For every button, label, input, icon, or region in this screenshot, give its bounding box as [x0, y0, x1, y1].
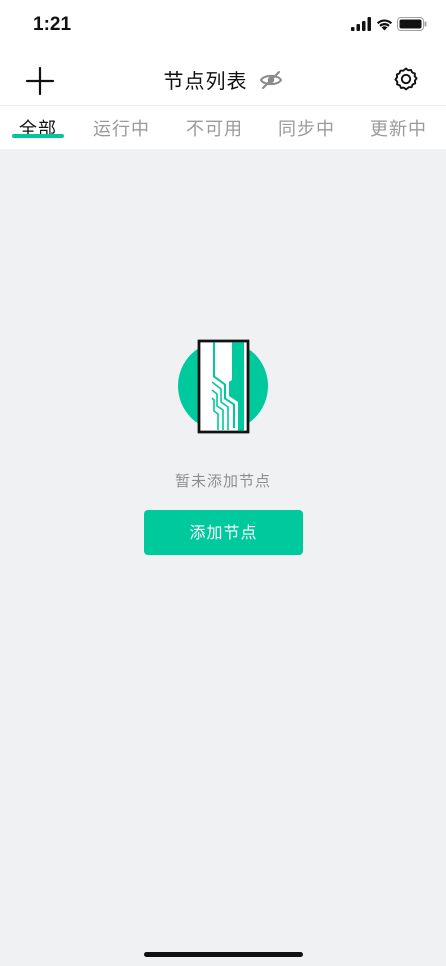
battery-icon [397, 17, 427, 31]
empty-state-message: 暂未添加节点 [174, 472, 271, 490]
cellular-signal-icon [351, 17, 371, 31]
wifi-icon [376, 19, 393, 31]
home-indicator [144, 952, 303, 957]
gear-icon [394, 67, 418, 91]
status-bar: 1:21 [0, 0, 446, 52]
tab-updating[interactable]: 更新中 [370, 115, 427, 141]
nav-bar: 节点列表 [0, 52, 446, 106]
nav-title-group: 节点列表 [0, 65, 446, 93]
status-time: 1:21 [33, 14, 72, 35]
tab-running[interactable]: 运行中 [93, 115, 150, 141]
status-tabs: 全部 运行中 不可用 同步中 更新中 [0, 106, 446, 149]
visibility-toggle-button[interactable] [259, 68, 283, 92]
eye-off-icon [259, 70, 282, 89]
add-node-button[interactable]: 添加节点 [144, 510, 303, 555]
page-title: 节点列表 [163, 69, 248, 93]
node-empty-illustration [176, 338, 272, 436]
active-tab-indicator [12, 134, 64, 138]
tab-syncing[interactable]: 同步中 [278, 115, 335, 141]
tab-unavailable[interactable]: 不可用 [186, 115, 243, 141]
settings-button[interactable] [392, 65, 420, 93]
